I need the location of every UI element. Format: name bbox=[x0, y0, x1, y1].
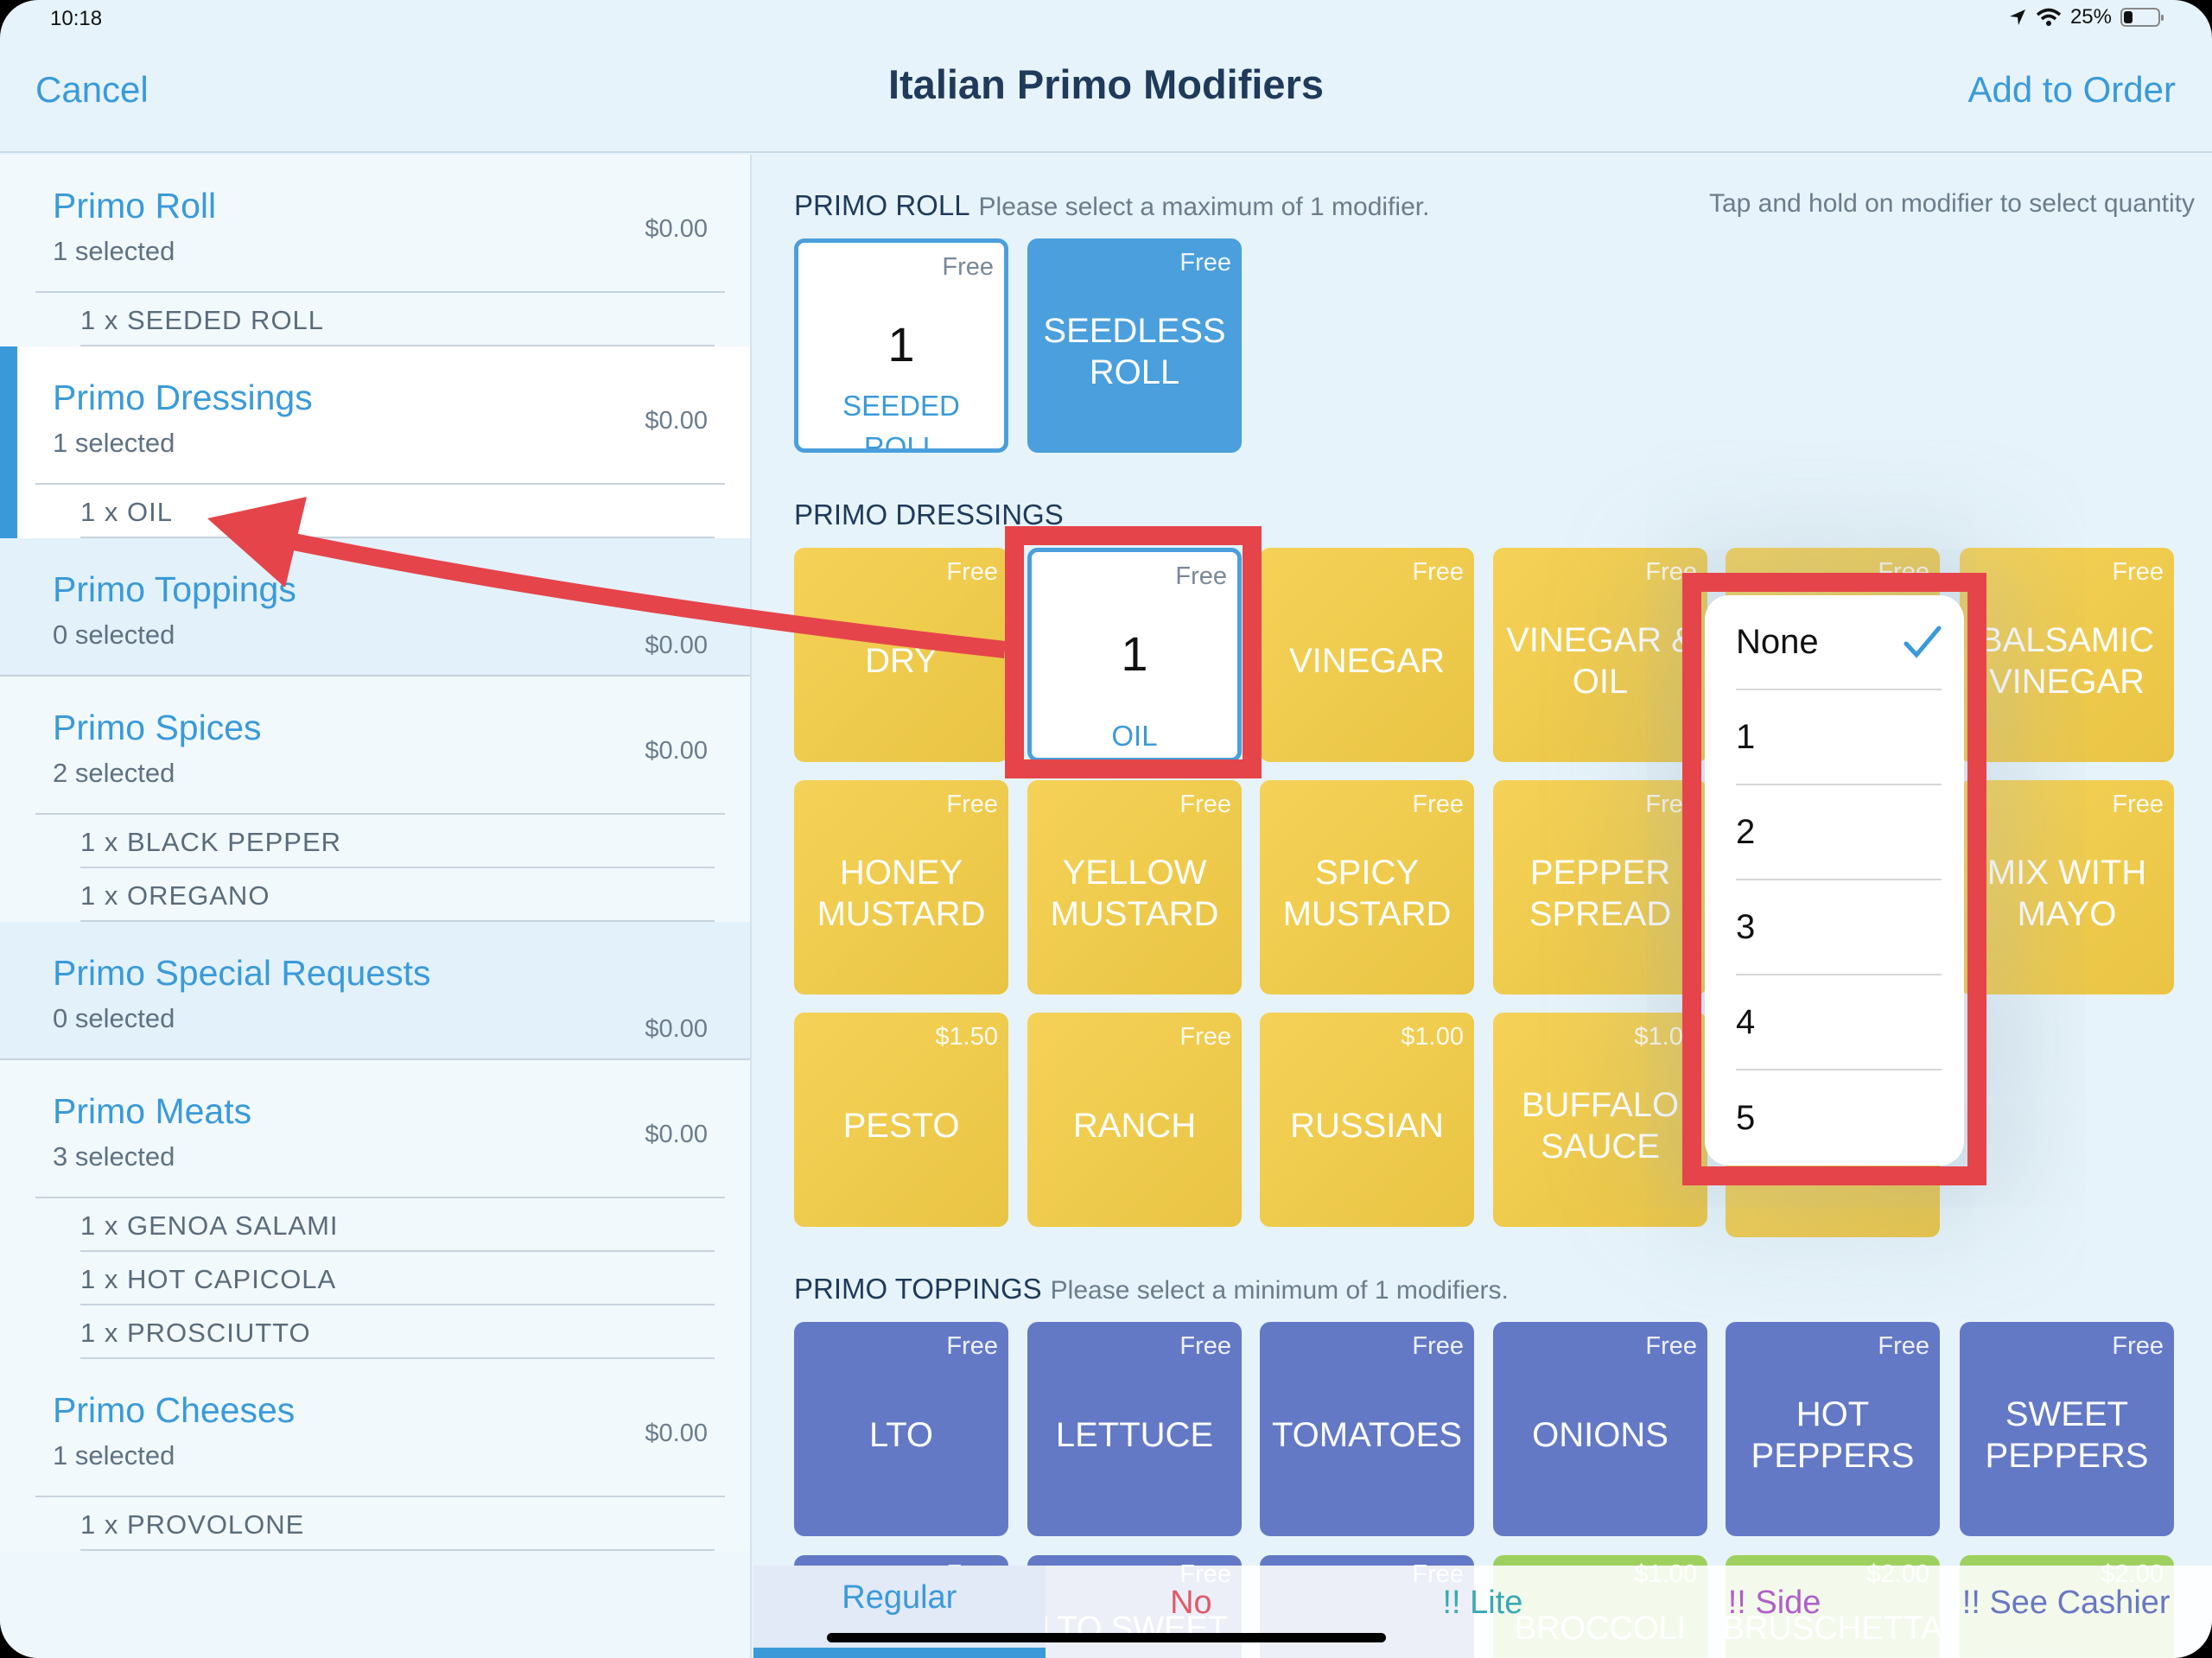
home-indicator[interactable] bbox=[827, 1633, 1386, 1642]
modifier-type-side[interactable]: !! Side bbox=[1629, 1566, 1921, 1658]
modifier-type-lite[interactable]: !! Lite bbox=[1337, 1566, 1629, 1658]
annotation-arrow bbox=[207, 497, 1007, 658]
modifier-type-no[interactable]: No bbox=[1046, 1566, 1338, 1658]
modifier-type-regular[interactable]: Regular bbox=[753, 1566, 1046, 1658]
modifier-type-bar: Regular No!! Lite!! Side!! See Cashier bbox=[753, 1566, 2212, 1658]
ipad-screen: 10:18 25% Cancel Italian Primo Modifiers… bbox=[0, 0, 2212, 1658]
modifier-type-see-cashier[interactable]: !! See Cashier bbox=[1920, 1566, 2212, 1658]
